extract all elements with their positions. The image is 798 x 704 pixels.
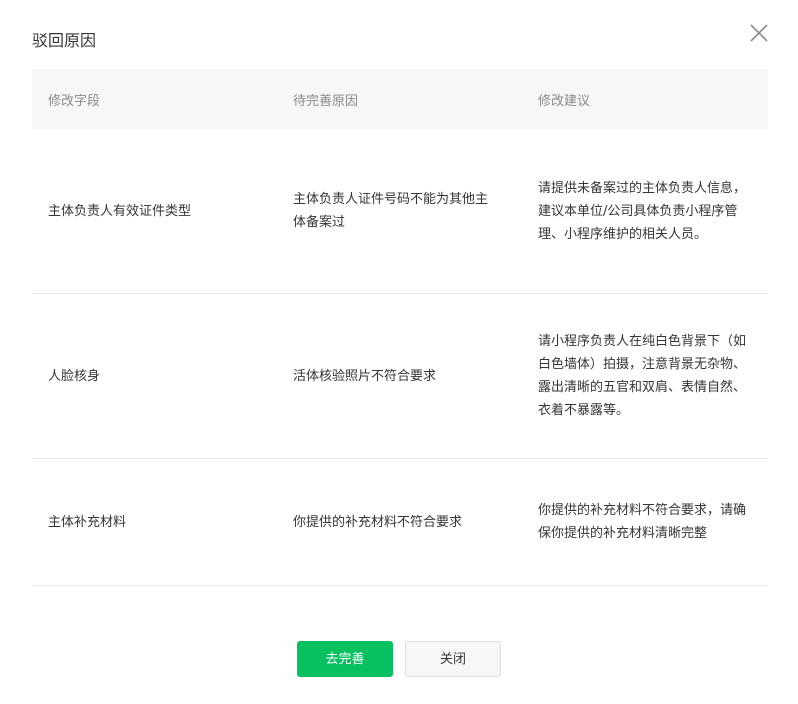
table-row: 主体补充材料 你提供的补充材料不符合要求 你提供的补充材料不符合要求，请确保你提… — [32, 459, 768, 586]
cell-suggestion: 你提供的补充材料不符合要求，请确保你提供的补充材料清晰完整 — [538, 503, 747, 541]
cell-reason: 活体核验照片不符合要求 — [293, 368, 437, 384]
header-field: 修改字段 — [48, 93, 101, 109]
cell-field: 主体负责人有效证件类型 — [48, 203, 192, 219]
close-button[interactable]: 关闭 — [405, 641, 501, 677]
go-complete-button[interactable]: 去完善 — [297, 641, 393, 677]
table-row: 主体负责人有效证件类型 主体负责人证件号码不能为其他主体备案过 请提供未备案过的… — [32, 129, 768, 294]
cell-field: 人脸核身 — [48, 368, 101, 384]
table-header: 修改字段 待完善原因 修改建议 — [32, 69, 768, 129]
reject-reason-dialog: 驳回原因 修改字段 待完善原因 修改建议 主体负责人有效证件类型 主体负责人证件… — [0, 0, 798, 704]
cell-reason: 主体负责人证件号码不能为其他主体备案过 — [293, 192, 489, 230]
close-icon[interactable] — [748, 22, 770, 44]
cell-reason: 你提供的补充材料不符合要求 — [293, 514, 463, 530]
header-reason: 待完善原因 — [293, 93, 359, 109]
reject-reason-table: 修改字段 待完善原因 修改建议 主体负责人有效证件类型 主体负责人证件号码不能为… — [32, 69, 768, 586]
table-row: 人脸核身 活体核验照片不符合要求 请小程序负责人在纯白色背景下（如白色墙体）拍摄… — [32, 294, 768, 459]
header-suggestion: 修改建议 — [538, 93, 591, 109]
dialog-footer: 去完善 关闭 — [0, 641, 798, 677]
cell-suggestion: 请小程序负责人在纯白色背景下（如白色墙体）拍摄，注意背景无杂物、露出清晰的五官和… — [538, 334, 747, 418]
cell-suggestion: 请提供未备案过的主体负责人信息，建议本单位/公司具体负责小程序管理、小程序维护的… — [538, 180, 747, 242]
dialog-title: 驳回原因 — [32, 31, 97, 50]
cell-field: 主体补充材料 — [48, 514, 127, 530]
